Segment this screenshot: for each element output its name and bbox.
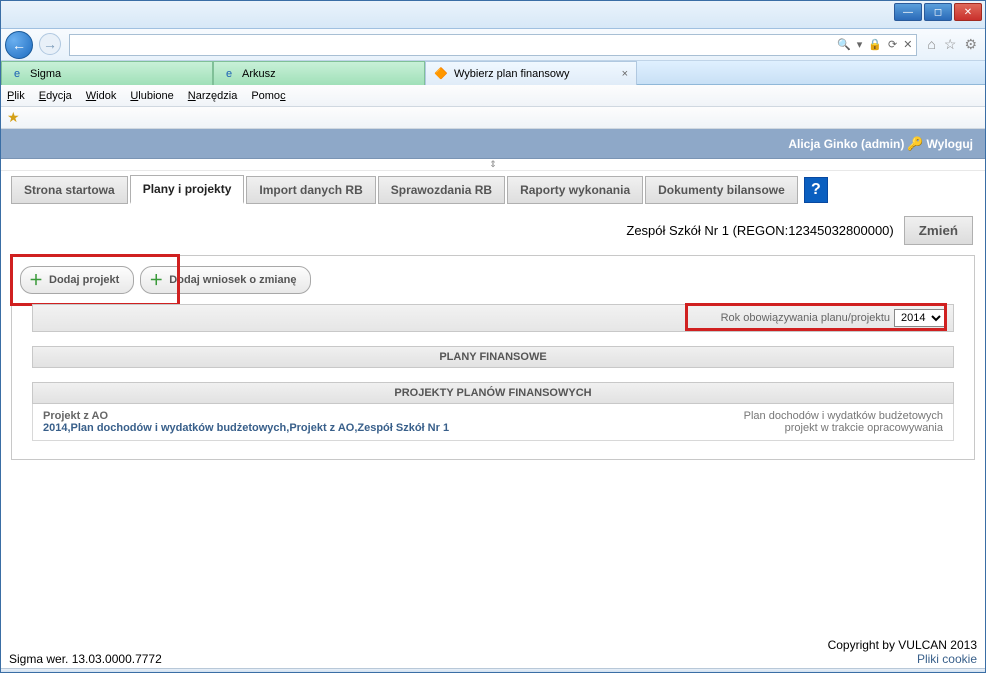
footer-right: Copyright by VULCAN 2013 Pliki cookie <box>828 638 977 666</box>
project-desc: 2014,Plan dochodów i wydatków budżetowyc… <box>43 422 449 434</box>
nav-raporty-wykonania[interactable]: Raporty wykonania <box>507 176 643 204</box>
user-label: Alicja Ginko (admin) <box>788 137 904 151</box>
plans-section: PLANY FINANSOWE <box>32 346 954 368</box>
favorites-bar: ★ <box>1 107 985 129</box>
projects-section-header: PROJEKTY PLANÓW FINANSOWYCH <box>32 382 954 404</box>
project-info: Projekt z AO 2014,Plan dochodów i wydatk… <box>43 410 449 434</box>
copyright-label: Copyright by VULCAN 2013 <box>828 638 977 652</box>
project-row[interactable]: Projekt z AO 2014,Plan dochodów i wydatk… <box>32 404 954 441</box>
search-icon[interactable]: 🔍 <box>837 38 851 51</box>
project-type: Plan dochodów i wydatków budżetowych <box>744 410 943 422</box>
tab-label: Wybierz plan finansowy <box>454 68 569 80</box>
close-button[interactable]: ✕ <box>954 3 982 21</box>
tab-arkusz[interactable]: e Arkusz <box>213 61 425 85</box>
menu-ulubione[interactable]: Ulubione <box>130 90 173 102</box>
tab-label: Sigma <box>30 68 61 80</box>
app-nav: Strona startowa Plany i projekty Import … <box>1 171 985 212</box>
dropdown-icon[interactable]: ▾ <box>857 38 863 51</box>
forward-button[interactable]: → <box>39 33 63 57</box>
window-controls: — ◻ ✕ <box>894 3 982 21</box>
lock-icon: 🔒 <box>868 38 882 51</box>
button-label: Dodaj projekt <box>49 274 119 286</box>
year-filter-label: Rok obowiązywania planu/projektu <box>721 312 890 324</box>
add-favorite-icon[interactable]: ★ <box>7 109 20 126</box>
change-school-button[interactable]: Zmień <box>904 216 973 245</box>
logout-link[interactable]: Wyloguj <box>927 137 973 151</box>
tab-label: Arkusz <box>242 68 276 80</box>
favorites-icon[interactable]: ☆ <box>944 36 957 53</box>
tab-wybierz-plan[interactable]: 🔶 Wybierz plan finansowy × <box>425 61 637 85</box>
key-icon: 🔑 <box>907 136 923 152</box>
menu-edycja[interactable]: Edycja <box>39 90 72 102</box>
minimize-button[interactable]: — <box>894 3 922 21</box>
app-icon: 🔶 <box>434 67 448 81</box>
main-panel: ＋ Dodaj projekt ＋ Dodaj wniosek o zmianę… <box>11 255 975 460</box>
arrow-left-icon: ← <box>12 38 26 52</box>
project-status: projekt w trakcie opracowywania <box>744 422 943 434</box>
ie-icon: e <box>222 67 236 81</box>
year-filter-row: Rok obowiązywania planu/projektu 2014 <box>32 304 954 332</box>
tab-strip: e Sigma e Arkusz 🔶 Wybierz plan finansow… <box>1 61 985 85</box>
project-title: Projekt z AO <box>43 410 449 422</box>
menu-pomoc[interactable]: Pomoc <box>251 90 285 102</box>
cookies-link[interactable]: Pliki cookie <box>828 652 977 666</box>
nav-toolbar: ← → 🔍 ▾ 🔒 ⟳ ✕ ⌂ ☆ ⚙ <box>1 29 985 61</box>
address-input[interactable] <box>74 39 837 51</box>
plus-icon: ＋ <box>29 270 43 290</box>
address-icons: 🔍 ▾ 🔒 ⟳ ✕ <box>837 38 912 51</box>
context-bar: Zespół Szkół Nr 1 (REGON:12345032800000)… <box>1 212 985 255</box>
project-meta: Plan dochodów i wydatków budżetowych pro… <box>744 410 943 434</box>
action-button-row: ＋ Dodaj projekt ＋ Dodaj wniosek o zmianę <box>12 256 974 304</box>
nav-strona-startowa[interactable]: Strona startowa <box>11 176 128 204</box>
browser-toolbar-icons: ⌂ ☆ ⚙ <box>927 36 977 53</box>
home-icon[interactable]: ⌂ <box>927 36 935 53</box>
add-project-button[interactable]: ＋ Dodaj projekt <box>20 266 134 294</box>
year-select[interactable]: 2014 <box>894 309 945 327</box>
pane-resize-handle[interactable]: ⇕ <box>1 159 985 171</box>
footer: Sigma wer. 13.03.0000.7772 Copyright by … <box>1 634 985 668</box>
plans-section-header: PLANY FINANSOWE <box>32 346 954 368</box>
menu-widok[interactable]: Widok <box>86 90 117 102</box>
arrow-right-icon: → <box>43 37 57 51</box>
tab-sigma[interactable]: e Sigma <box>1 61 213 85</box>
nav-plany-projekty[interactable]: Plany i projekty <box>130 175 245 204</box>
maximize-button[interactable]: ◻ <box>924 3 952 21</box>
projects-section: PROJEKTY PLANÓW FINANSOWYCH Projekt z AO… <box>32 382 954 441</box>
window-frame: — ◻ ✕ ← → 🔍 ▾ 🔒 ⟳ ✕ ⌂ ☆ ⚙ <box>0 0 986 673</box>
back-button[interactable]: ← <box>5 31 37 59</box>
plus-icon: ＋ <box>149 270 163 290</box>
button-label: Dodaj wniosek o zmianę <box>169 274 296 286</box>
tools-icon[interactable]: ⚙ <box>964 36 977 53</box>
version-label: Sigma wer. 13.03.0000.7772 <box>9 652 162 666</box>
title-bar: — ◻ ✕ <box>1 1 985 29</box>
address-bar: 🔍 ▾ 🔒 ⟳ ✕ <box>69 34 917 56</box>
status-bar <box>1 668 985 672</box>
menu-bar: Plik Edycja Widok Ulubione Narzędzia Pom… <box>1 85 985 107</box>
nav-dokumenty-bilansowe[interactable]: Dokumenty bilansowe <box>645 176 798 204</box>
refresh-icon[interactable]: ⟳ <box>888 38 897 51</box>
content-area: ＋ Dodaj projekt ＋ Dodaj wniosek o zmianę… <box>1 255 985 460</box>
school-label: Zespół Szkół Nr 1 (REGON:12345032800000) <box>626 223 893 238</box>
stop-icon[interactable]: ✕ <box>903 38 912 51</box>
help-button[interactable]: ? <box>804 177 828 203</box>
nav-sprawozdania-rb[interactable]: Sprawozdania RB <box>378 176 505 204</box>
app-header: Alicja Ginko (admin) 🔑 Wyloguj <box>1 129 985 159</box>
tab-close-icon[interactable]: × <box>622 68 628 80</box>
menu-plik[interactable]: Plik <box>7 90 25 102</box>
add-change-request-button[interactable]: ＋ Dodaj wniosek o zmianę <box>140 266 311 294</box>
ie-icon: e <box>10 67 24 81</box>
menu-narzedzia[interactable]: Narzędzia <box>188 90 238 102</box>
nav-import-rb[interactable]: Import danych RB <box>246 176 375 204</box>
